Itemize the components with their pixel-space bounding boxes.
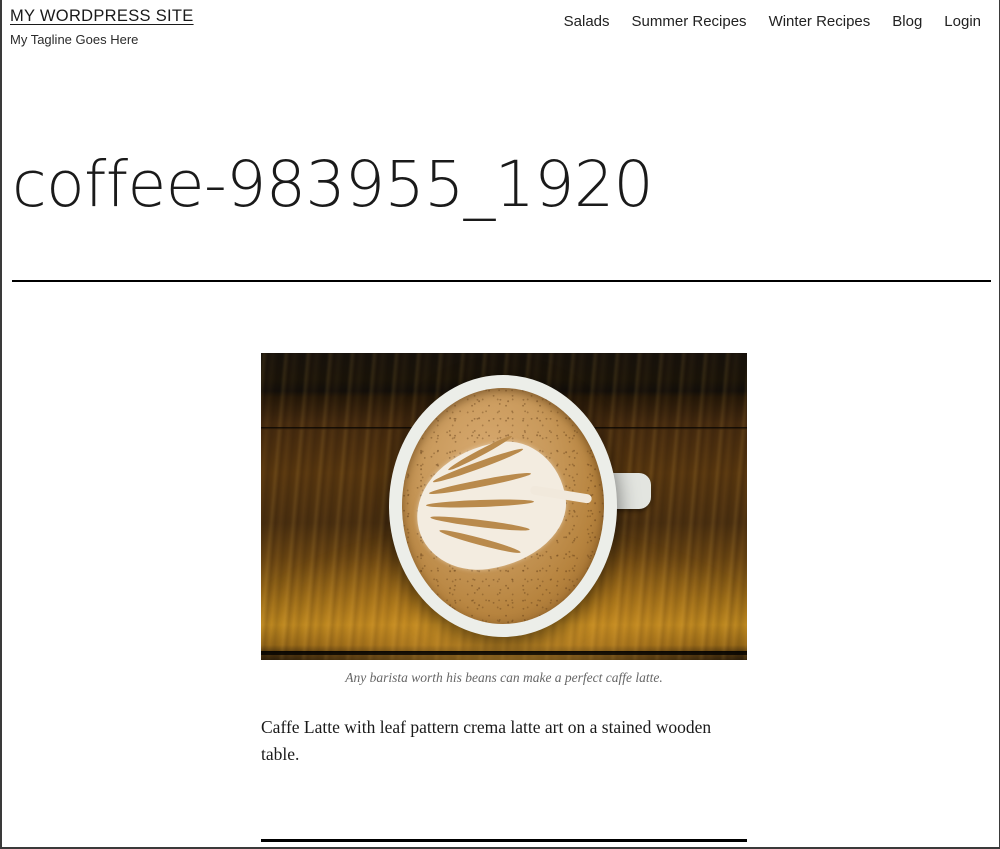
site-title-link[interactable]: MY WORDPRESS SITE	[10, 6, 194, 27]
cup-body	[389, 375, 617, 637]
site-header: MY WORDPRESS SITE My Tagline Goes Here S…	[4, 0, 999, 58]
image-caption: Any barista worth his beans can make a p…	[345, 670, 663, 685]
wood-plank-seam-bottom	[261, 651, 747, 655]
coffee-cup	[389, 375, 651, 637]
nav-item-login[interactable]: Login	[944, 13, 981, 30]
entry-content: Any barista worth his beans can make a p…	[261, 353, 747, 768]
nav-item-winter-recipes[interactable]: Winter Recipes	[769, 13, 871, 30]
nav-item-summer-recipes[interactable]: Summer Recipes	[632, 13, 747, 30]
primary-navigation: Salads Summer Recipes Winter Recipes Blo…	[564, 13, 981, 30]
browser-viewport-frame: MY WORDPRESS SITE My Tagline Goes Here S…	[0, 0, 1000, 849]
title-divider	[12, 280, 991, 282]
page-body: MY WORDPRESS SITE My Tagline Goes Here S…	[4, 0, 999, 847]
site-branding: MY WORDPRESS SITE My Tagline Goes Here	[10, 6, 194, 47]
entry-header: coffee-983955_1920	[4, 148, 999, 221]
crema-surface	[402, 388, 604, 624]
latte-photo[interactable]	[261, 353, 747, 660]
page-title: coffee-983955_1920	[12, 148, 654, 221]
site-tagline: My Tagline Goes Here	[10, 31, 139, 47]
content-bottom-divider	[261, 839, 747, 842]
nav-item-salads[interactable]: Salads	[564, 13, 610, 30]
attachment-figure: Any barista worth his beans can make a p…	[261, 353, 747, 688]
image-description-paragraph: Caffe Latte with leaf pattern crema latt…	[261, 716, 712, 765]
rosetta-latte-art	[408, 432, 596, 582]
nav-item-blog[interactable]: Blog	[892, 13, 922, 30]
